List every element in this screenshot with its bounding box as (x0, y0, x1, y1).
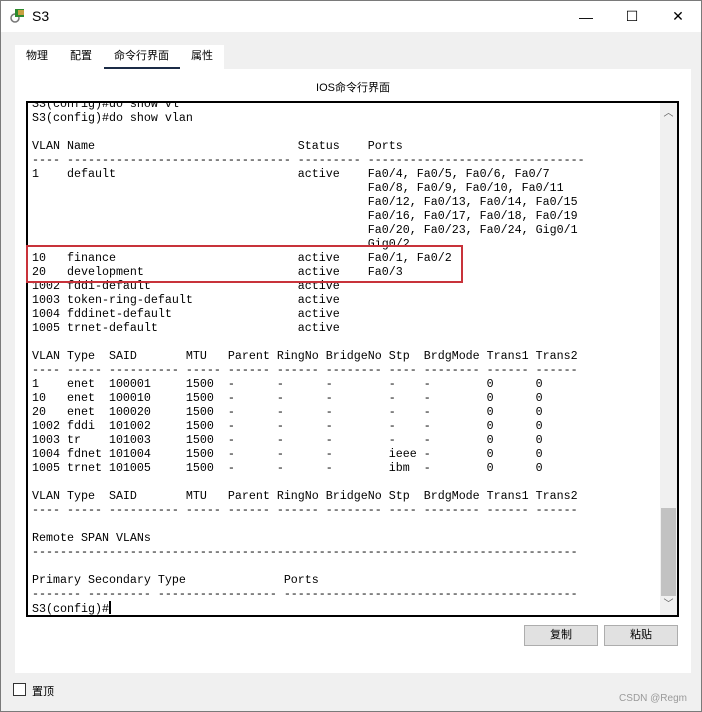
watermark: CSDN @Regm (619, 693, 687, 704)
terminal-line: 1003 token-ring-default active (32, 293, 340, 307)
terminal-line: 1002 fddi 101002 1500 - - - - - 0 0 (32, 419, 543, 433)
terminal-line: Fa0/12, Fa0/13, Fa0/14, Fa0/15 (32, 195, 578, 209)
device-window: S3 — ☐ ✕ 物理 配置 命令行界面 属性 IOS命令行界面 S3(conf… (0, 0, 702, 712)
scroll-down-icon[interactable]: ﹀ (660, 596, 677, 613)
paste-button[interactable]: 粘贴 (604, 625, 678, 646)
terminal-line: Fa0/20, Fa0/23, Fa0/24, Gig0/1 (32, 223, 578, 237)
text-cursor (108, 601, 111, 614)
terminal-line: ----------------------------------------… (32, 545, 578, 559)
terminal-line: 1004 fdnet 101004 1500 - - - ieee - 0 0 (32, 447, 543, 461)
tab-attributes[interactable]: 属性 (180, 45, 224, 69)
window-title: S3 (32, 8, 50, 24)
terminal-line: Fa0/8, Fa0/9, Fa0/10, Fa0/11 (32, 181, 564, 195)
terminal-prompt-line[interactable]: S3(config)# (32, 601, 585, 616)
terminal-line: S3(config)#do show vlan (32, 111, 193, 125)
terminal-line: Primary Secondary Type Ports (32, 573, 319, 587)
maximize-button[interactable]: ☐ (609, 1, 655, 32)
terminal-line: 20 enet 100020 1500 - - - - - 0 0 (32, 405, 543, 419)
scroll-up-icon[interactable]: ︿ (660, 105, 677, 122)
terminal-line: 1 enet 100001 1500 - - - - - 0 0 (32, 377, 543, 391)
terminal-scrollbar[interactable]: ︿ ﹀ (660, 103, 677, 615)
always-on-top-checkbox[interactable] (13, 683, 26, 696)
terminal-line: ---- -------------------------------- --… (32, 153, 585, 167)
terminal-line: 10 enet 100010 1500 - - - - - 0 0 (32, 391, 543, 405)
minimize-button[interactable]: — (563, 1, 609, 32)
tab-config[interactable]: 配置 (59, 45, 103, 69)
terminal-line: 1003 tr 101003 1500 - - - - - 0 0 (32, 433, 543, 447)
tab-physical[interactable]: 物理 (15, 45, 59, 69)
terminal-line: Fa0/16, Fa0/17, Fa0/18, Fa0/19 (32, 209, 578, 223)
tab-cli[interactable]: 命令行界面 (103, 45, 180, 71)
terminal-line: ---- ----- ---------- ----- ------ -----… (32, 503, 578, 517)
terminal-line: 1005 trnet 101005 1500 - - - ibm - 0 0 (32, 461, 543, 475)
terminal-line: ------- --------- ----------------- ----… (32, 587, 578, 601)
switch-app-icon (10, 9, 24, 23)
panel-title: IOS命令行界面 (316, 82, 390, 94)
terminal-line: VLAN Type SAID MTU Parent RingNo BridgeN… (32, 349, 578, 363)
highlight-box (26, 245, 463, 283)
terminal-line: 1 default active Fa0/4, Fa0/5, Fa0/6, Fa… (32, 167, 550, 181)
terminal-prompt: S3(config)# (32, 602, 109, 616)
terminal-line: 1005 trnet-default active (32, 321, 340, 335)
terminal-line: Remote SPAN VLANs (32, 531, 151, 545)
terminal-output[interactable]: S3(config)#do show vl S3(config)#do show … (26, 101, 679, 617)
terminal-line: 1004 fddinet-default active (32, 307, 340, 321)
terminal-lines: S3(config)#do show vl S3(config)#do show … (32, 101, 585, 616)
copy-button[interactable]: 复制 (524, 625, 598, 646)
terminal-line: VLAN Type SAID MTU Parent RingNo BridgeN… (32, 489, 578, 503)
title-bar: S3 — ☐ ✕ (1, 1, 701, 32)
scrollbar-thumb[interactable] (661, 508, 676, 596)
terminal-line: S3(config)#do show vl (32, 101, 179, 111)
close-button[interactable]: ✕ (655, 1, 701, 32)
terminal-line: ---- ----- ---------- ----- ------ -----… (32, 363, 578, 377)
tab-bar: 物理 配置 命令行界面 属性 (15, 45, 224, 71)
always-on-top-label: 置顶 (32, 686, 54, 698)
terminal-line: VLAN Name Status Ports (32, 139, 403, 153)
